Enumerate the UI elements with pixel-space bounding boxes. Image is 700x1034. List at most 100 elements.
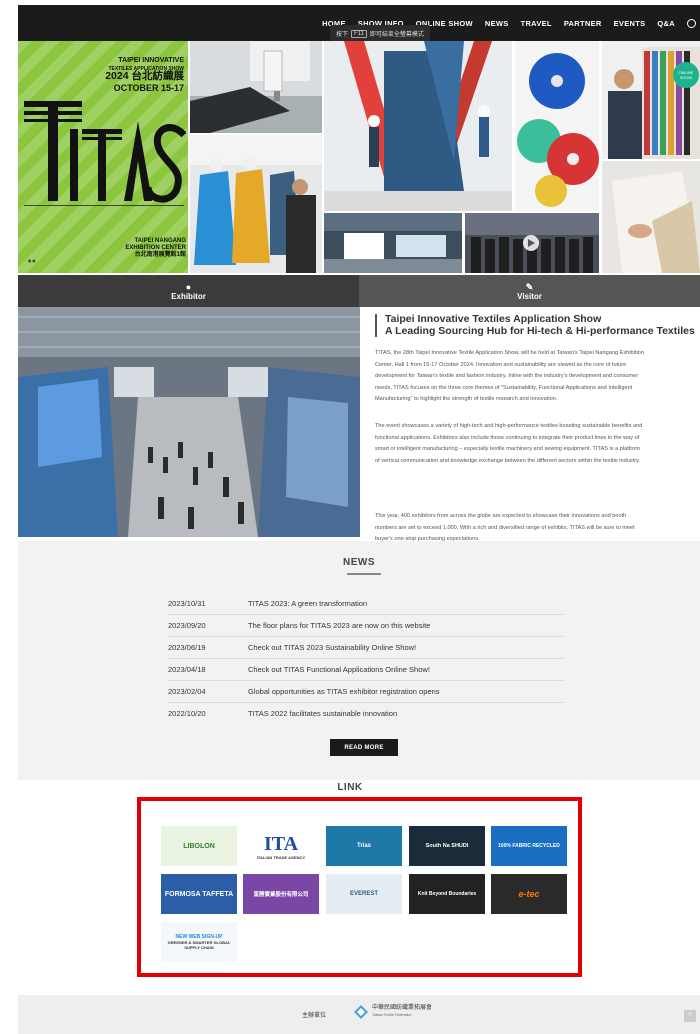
about-p1-line: Manufacturing" to highlight the strength… [375, 396, 558, 402]
booth-photo [324, 41, 512, 211]
news-title-link[interactable]: Check out TITAS Functional Applications … [248, 665, 430, 674]
partner-logo-subtext: ITALIAN TRADE AGENCY [256, 854, 306, 860]
news-heading: NEWS [343, 557, 375, 568]
about-p2-line: The event showcases a variety of high-te… [375, 423, 643, 429]
news-heading-underline [347, 573, 381, 575]
hall-photo [324, 213, 462, 273]
link-heading: LINK [337, 782, 363, 793]
about-paragraph-1: TITAS, the 28th Taipei Innovative Textil… [375, 348, 700, 406]
thread-spools-photo [515, 41, 599, 211]
nav-events[interactable]: EVENTS [614, 19, 646, 28]
partner-logo-text: EVEREST [349, 891, 378, 897]
about-p1-line: TITAS, the 28th Taipei Innovative Textil… [375, 350, 644, 356]
nav-partner[interactable]: PARTNER [564, 19, 602, 28]
partner-logo-text: FORMOSA TAFFETA [164, 890, 234, 898]
news-title-link[interactable]: The floor plans for TITAS 2023 are now o… [248, 621, 430, 630]
partner-logo-new-web-signup[interactable]: NEW WEB SIGN-UP GREENER & SMARTER GLOBAL … [161, 922, 237, 962]
read-more-button[interactable]: READ MORE [330, 739, 398, 756]
about-p1-line: Center, Hall 1 from 15-17 October 2024. … [375, 361, 627, 368]
sewing-image [190, 41, 322, 133]
poster-venue: TAIPEI NANGANG EXHIBITION CENTER 台北南港展覽館… [88, 238, 186, 259]
partner-logo-knit-beyond[interactable]: Knit Beyond Boundaries [409, 874, 485, 914]
news-date: 2023/09/20 [168, 621, 206, 630]
fabric-shelf-photo: ONLINE SHOW [602, 41, 700, 159]
partner-logo-fu-sheng[interactable]: 富勝實業股份有限公司 [243, 874, 319, 914]
nav-qa[interactable]: Q&A [657, 19, 675, 28]
about-p3-line: This year, 400 exhibitors from across th… [375, 513, 627, 519]
partner-logo-recycled[interactable]: 100% FABRIC RECYCLED [491, 826, 567, 866]
about-p1-line: development for Taiwan's textile and fas… [375, 373, 639, 379]
about-section: Taipei Innovative Textiles Application S… [375, 313, 700, 542]
partner-logo-text: e-tec [518, 889, 540, 899]
news-row[interactable]: 2023/06/19 Check out TITAS 2023 Sustaina… [168, 636, 564, 659]
poster-venue1: TAIPEI NANGANG [134, 238, 186, 244]
news-title-link[interactable]: TITAS 2023: A green transformation [248, 599, 367, 608]
news-section: NEWS 2023/10/31 TITAS 2023: A green tran… [18, 541, 700, 780]
partner-logo-text: South Na SHUDI [425, 843, 469, 849]
partner-logo-text: ITA [263, 832, 299, 855]
federation-icon [354, 1005, 368, 1019]
nav-travel[interactable]: TRAVEL [521, 19, 552, 28]
news-title-link[interactable]: Global opportunities as TITAS exhibitor … [248, 687, 440, 696]
about-p3-line: numbers are set to exceed 1,000. With a … [375, 524, 635, 531]
about-p1-line: needs, TITAS focuses on the three core t… [375, 384, 633, 391]
poster-year: 2024 台北紡織展 [105, 70, 184, 82]
news-title-link[interactable]: TITAS 2022 facilitates sustainable innov… [248, 709, 397, 718]
jackets-photo [190, 135, 322, 273]
fullscreen-tip-pre: 按下 [336, 32, 349, 38]
pencil-icon: ✎ [525, 281, 534, 292]
partner-logo-trias[interactable]: Trias [326, 826, 402, 866]
news-row[interactable]: 2023/09/20 The floor plans for TITAS 202… [168, 614, 564, 637]
hero-banner[interactable]: TAIPEI INNOVATIVE TEXTILES APPLICATION S… [18, 41, 700, 273]
news-title-link[interactable]: Check out TITAS 2023 Sustainability Onli… [248, 643, 416, 652]
partner-logo-ita[interactable]: ITA ITALIAN TRADE AGENCY [243, 826, 319, 866]
about-title-line1: Taipei Innovative Textiles Application S… [385, 313, 602, 325]
partner-logo-text: 100% FABRIC RECYCLED [498, 843, 560, 849]
about-title: Taipei Innovative Textiles Application S… [375, 313, 700, 337]
audience-tabs: ● Exhibitor ✎ Visitor [18, 275, 700, 307]
partner-logo-south-na[interactable]: South Na SHUDI [409, 826, 485, 866]
nav-news[interactable]: NEWS [485, 19, 509, 28]
partner-logo-text: LIBOLON [183, 842, 215, 850]
federation-logo[interactable]: 中華民國紡織業拓展會 Taiwan Textile Federation [354, 1005, 432, 1019]
thread-spools-image [515, 41, 599, 211]
sewing-photo [190, 41, 322, 133]
top-navigation-bar: HOME SHOW INFO ONLINE SHOW NEWS TRAVEL P… [18, 5, 700, 42]
federation-name-en: Taiwan Textile Federation [372, 1013, 412, 1017]
news-row[interactable]: 2023/02/04 Global opportunities as TITAS… [168, 680, 564, 703]
back-to-top-button[interactable]: ^ [684, 1010, 696, 1022]
ceremony-photo [465, 213, 599, 273]
partner-logo-formosa-taffeta[interactable]: FORMOSA TAFFETA [161, 874, 237, 914]
news-row[interactable]: 2023/04/18 Check out TITAS Functional Ap… [168, 658, 564, 681]
tab-visitor[interactable]: ✎ Visitor [359, 275, 700, 307]
news-date: 2023/04/18 [168, 665, 206, 674]
federation-name: 中華民國紡織業拓展會 Taiwan Textile Federation [372, 1005, 432, 1019]
about-p2-line: smart or intelligent manufacturing – esp… [375, 446, 640, 452]
user-icon: ● [185, 281, 192, 292]
tab-exhibitor[interactable]: ● Exhibitor [18, 275, 359, 307]
news-row[interactable]: 2022/10/20 TITAS 2022 facilitates sustai… [168, 702, 564, 724]
partner-logo-libolon[interactable]: LIBOLON [161, 826, 237, 866]
about-p2-line: of vertical communication and knowledge … [375, 457, 641, 464]
titas-logo [24, 101, 186, 206]
booth-image [324, 41, 512, 211]
globe-icon[interactable] [687, 18, 696, 28]
fabric-hands-photo [602, 161, 700, 273]
partner-logo-text: 富勝實業股份有限公司 [253, 892, 309, 898]
fabric-shelf-image: ONLINE SHOW [602, 41, 700, 159]
partner-logo-etec[interactable]: e-tec [491, 874, 567, 914]
fullscreen-tip: 按下 F11 即可結束全螢幕模式 [330, 25, 430, 42]
news-row[interactable]: 2023/10/31 TITAS 2023: A green transform… [168, 592, 564, 615]
about-paragraph-2: The event showcases a variety of high-te… [375, 421, 700, 467]
poster-venue2: EXHIBITION CENTER [125, 245, 186, 251]
news-date: 2023/06/19 [168, 643, 206, 652]
poster-line1: TAIPEI INNOVATIVE [118, 57, 184, 64]
about-title-line2: A Leading Sourcing Hub for Hi-tech & Hi-… [385, 324, 695, 337]
partner-logo-everest[interactable]: EVEREST [326, 874, 402, 914]
news-date: 2023/02/04 [168, 687, 206, 696]
federation-name-cn: 中華民國紡織業拓展會 [372, 1005, 433, 1011]
about-p2-line: functional applications. Exhibitors also… [375, 434, 640, 441]
svg-text:SHOW: SHOW [680, 75, 693, 80]
poster-qr-icon: ▦ ▦ [28, 259, 36, 263]
hall-image [324, 213, 462, 273]
